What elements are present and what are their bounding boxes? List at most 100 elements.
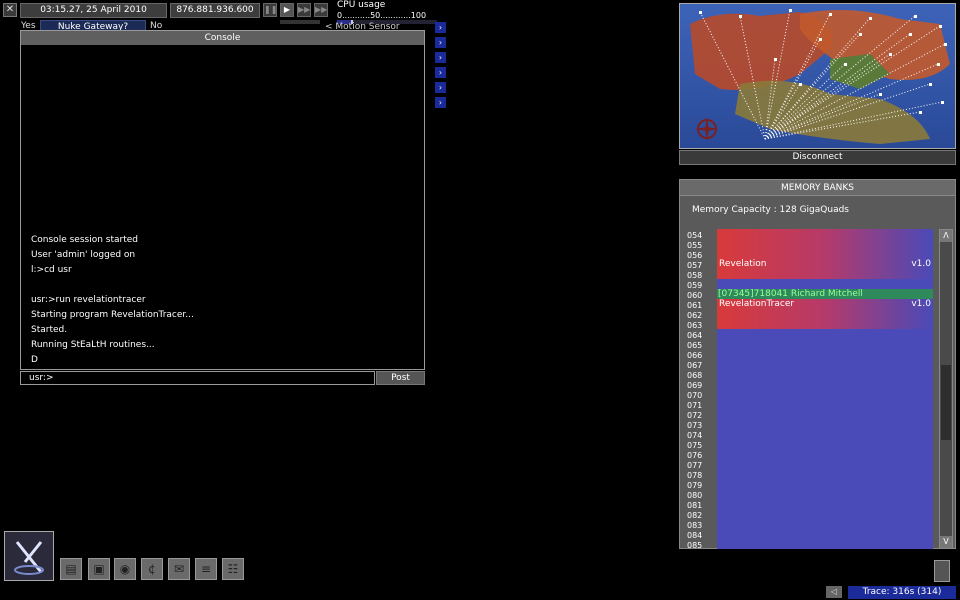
memory-row-number: 065 [687,341,703,350]
memory-row-numbers: 054 055 056 057 058 059 060 061 062 063 064 065 066 0… [687,231,717,551]
cpu-usage-scale: 0...........50............100 [337,11,427,20]
memory-row-number: 054 [687,231,703,240]
server-node-dot[interactable] [774,58,777,61]
document-icon[interactable] [934,560,950,582]
scrollbar-thumb[interactable] [941,365,951,440]
server-node-dot[interactable] [789,9,792,12]
speed-indicator [280,20,320,24]
console-output: Console session started User 'admin' logg… [31,233,411,368]
program-name: Revelation [719,259,767,269]
server-node-dot[interactable] [937,63,940,66]
main-menu-logo[interactable] [4,531,54,581]
memory-row-number: 079 [687,481,703,490]
server-node-dot[interactable] [844,63,847,66]
memory-banks-title[interactable]: MEMORY BANKS [680,180,955,196]
date-time-display: 03:15.27, 25 April 2010 [20,3,167,18]
memory-scrollbar[interactable]: Λ V [939,229,953,549]
memory-row-number: 056 [687,251,703,260]
server-node-dot[interactable] [799,83,802,86]
memory-row-number: 077 [687,461,703,470]
trace-status: Trace: 316s (314) [848,586,956,599]
console-window: Console Console session started User 'adm… [20,30,425,370]
console-title[interactable]: Console [21,31,424,45]
server-node-dot[interactable] [919,111,922,114]
memory-program-block[interactable]: RevelationTracer v1.0 [717,299,933,329]
server-node-dot[interactable] [914,15,917,18]
memory-row-number: 085 [687,541,703,550]
program-name: RevelationTracer [719,299,795,309]
finance-icon[interactable]: ¢ [141,558,163,580]
world-map[interactable] [679,3,956,149]
uplink-logo-icon [5,532,53,580]
memory-program-block[interactable]: Revelation v1.0 [717,229,933,279]
chevron-right-icon[interactable]: › [435,97,446,108]
server-node-dot[interactable] [939,25,942,28]
megafast-icon[interactable]: ▶▶ [314,3,328,17]
memory-row-number: 071 [687,401,703,410]
memory-log-entry[interactable]: [07345]718041 Richard Mitchell [717,289,933,299]
scroll-down-icon[interactable]: V [940,536,952,548]
memory-capacity: Memory Capacity : 128 GigaQuads [692,205,849,215]
chevron-right-icon[interactable]: › [435,22,446,33]
console-line: Console session started [31,235,138,245]
scroll-up-icon[interactable]: Λ [940,230,952,242]
chevron-right-icon[interactable]: › [435,67,446,78]
speaker-icon[interactable]: ◁ [826,586,842,598]
cpu-usage-title: CPU usage [337,0,386,10]
server-node-dot[interactable] [879,93,882,96]
server-node-dot[interactable] [944,43,947,46]
memory-row-number: 069 [687,381,703,390]
server-node-dot[interactable] [909,33,912,36]
server-node-dot[interactable] [699,11,702,14]
server-node-dot[interactable] [829,13,832,16]
memory-row-number: 072 [687,411,703,420]
memory-row-number: 073 [687,421,703,430]
server-node-dot[interactable] [889,53,892,56]
disconnect-button[interactable]: Disconnect [679,150,956,165]
play-icon[interactable]: ▶ [280,3,294,17]
server-node-dot[interactable] [929,83,932,86]
fast-forward-icon[interactable]: ▶▶ [297,3,311,17]
console-line: Running StEaLtH routines... [31,340,155,350]
missions-icon[interactable]: ≡ [195,558,217,580]
memory-row-number: 057 [687,261,703,270]
memory-row-number: 074 [687,431,703,440]
server-node-dot[interactable] [739,15,742,18]
server-node-dot[interactable] [819,38,822,41]
console-line: D [31,355,38,365]
memory-row-number: 063 [687,321,703,330]
console-line: User 'admin' logged on [31,250,136,260]
log-entry-text: [07345]718041 Richard Mitchell [718,289,863,299]
server-node-dot[interactable] [859,33,862,36]
memory-row-number: 055 [687,241,703,250]
status-icon[interactable]: ◉ [114,558,136,580]
bbs-icon[interactable]: ☷ [222,558,244,580]
memory-row-number: 078 [687,471,703,480]
memory-row-number: 062 [687,311,703,320]
software-icon[interactable]: ▤ [60,558,82,580]
console-line: l:>cd usr [31,265,72,275]
email-icon[interactable]: ✉ [168,558,190,580]
close-icon[interactable]: ✕ [3,3,17,17]
memory-row-number: 061 [687,301,703,310]
memory-row-number: 081 [687,501,703,510]
console-line: Started. [31,325,68,335]
world-map-graphic[interactable] [680,4,955,148]
program-version: v1.0 [911,299,931,309]
server-node-dot[interactable] [941,101,944,104]
memory-row-number: 058 [687,271,703,280]
memory-row-number: 059 [687,281,703,290]
chevron-right-icon[interactable]: › [435,82,446,93]
post-button[interactable]: Post [376,371,425,385]
server-node-dot[interactable] [869,17,872,20]
memory-grid[interactable]: Revelation v1.0 [07345]718041 Richard Mi… [717,229,933,549]
chevron-right-icon[interactable]: › [435,37,446,48]
chevron-right-icon[interactable]: › [435,52,446,63]
pause-icon[interactable]: ❚❚ [263,3,277,17]
memory-banks-panel: MEMORY BANKS Memory Capacity : 128 GigaQ… [679,179,956,551]
console-command-input[interactable] [20,371,375,385]
hardware-icon[interactable]: ▣ [88,558,110,580]
program-version: v1.0 [911,259,931,269]
memory-row-number: 070 [687,391,703,400]
